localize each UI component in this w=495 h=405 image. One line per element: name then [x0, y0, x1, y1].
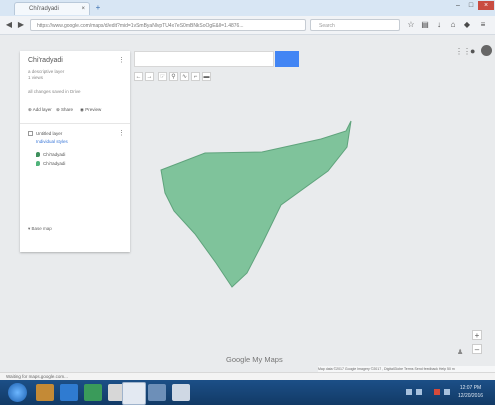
map-canvas[interactable]: ← → ☞ ⚲ ∿ ⌐ ▬ Chi'radyadi ⋮ a descriptiv…	[0, 35, 495, 372]
download-icon[interactable]: ↓	[434, 20, 444, 30]
preview-icon: ◉	[80, 107, 84, 112]
layer-title[interactable]: Untitled layer	[36, 131, 62, 136]
notifications-icon[interactable]: ●	[470, 46, 475, 56]
shield-icon[interactable]: ◆	[462, 20, 472, 30]
panel-divider	[20, 123, 130, 124]
clock-date: 12/20/2016	[458, 393, 484, 399]
tab-close-icon[interactable]: ×	[81, 3, 85, 15]
star-icon[interactable]: ☆	[406, 20, 416, 30]
map-views: 1 views	[28, 75, 44, 80]
feature-polygon-icon	[36, 161, 40, 166]
map-options-icon[interactable]: ⋮	[118, 56, 125, 64]
map-search-input[interactable]	[134, 51, 274, 67]
feature-pin-icon	[36, 152, 40, 157]
add-layer-button[interactable]: ⊕ Add layer	[28, 107, 52, 113]
close-window-button[interactable]: ×	[478, 1, 494, 10]
preview-label: Preview	[85, 107, 102, 112]
bookmark-icon[interactable]: ▤	[420, 20, 430, 30]
ruler-button[interactable]: ▬	[202, 72, 211, 81]
map-editor-panel: Chi'radyadi ⋮ a descriptive layer 1 view…	[20, 51, 130, 252]
base-map-label: Base map	[31, 226, 52, 231]
new-tab-button[interactable]: +	[92, 3, 104, 13]
apps-menu-icon[interactable]: ⋮⋮	[455, 47, 471, 56]
marker-tool-button[interactable]: ⚲	[169, 72, 178, 81]
map-subtitle: a descriptive layer	[28, 69, 65, 74]
share-icon: ⊗	[56, 107, 60, 112]
forward-button[interactable]: ▶	[16, 20, 26, 30]
layer-style-link[interactable]: Individual styles	[36, 139, 68, 144]
taskbar-explorer-icon[interactable]	[36, 384, 54, 401]
add-layer-icon: ⊕	[28, 107, 32, 112]
save-status: all changes saved in Drive	[28, 89, 81, 94]
back-button[interactable]: ◀	[4, 20, 14, 30]
share-button[interactable]: ⊗ Share	[56, 107, 73, 113]
redo-button[interactable]: →	[145, 72, 154, 81]
base-map-toggle[interactable]: ▾ Base map	[28, 226, 52, 232]
taskbar-clock[interactable]: 12:07 PM 12/20/2016	[458, 384, 483, 400]
menu-icon[interactable]: ≡	[478, 20, 488, 30]
layer-options-icon[interactable]: ⋮	[118, 129, 125, 137]
taskbar-app-icon[interactable]	[148, 384, 166, 401]
directions-button[interactable]: ⌐	[191, 72, 200, 81]
hand-tool-button[interactable]: ☞	[158, 72, 167, 81]
draw-line-button[interactable]: ∿	[180, 72, 189, 81]
tray-icon[interactable]	[444, 389, 450, 395]
pegman-icon[interactable]: ♟	[457, 348, 463, 356]
tray-icon[interactable]	[434, 389, 440, 395]
browser-search-input[interactable]: Search	[310, 19, 400, 31]
browser-titlebar: Chi'radyadi × + – □ ×	[0, 0, 495, 16]
google-my-maps-logo: Google My Maps	[226, 355, 283, 364]
browser-navbar: ◀ ▶ https://www.google.com/maps/d/edit?m…	[0, 16, 495, 35]
minimize-button[interactable]: –	[452, 1, 464, 10]
feature-item[interactable]: Chi'radyadi	[43, 152, 65, 157]
taskbar: 12:07 PM 12/20/2016	[0, 380, 495, 405]
share-label: Share	[61, 107, 74, 112]
tab-title: Chi'radyadi	[29, 6, 59, 12]
maximize-button[interactable]: □	[465, 1, 477, 10]
taskbar-app-icon[interactable]	[172, 384, 190, 401]
add-layer-label: Add layer	[32, 107, 52, 112]
layer-checkbox[interactable]	[28, 131, 33, 136]
home-icon[interactable]: ⌂	[448, 20, 458, 30]
area-polygon[interactable]	[160, 120, 352, 288]
browser-tab[interactable]: Chi'radyadi ×	[14, 2, 90, 15]
map-title[interactable]: Chi'radyadi	[28, 57, 63, 64]
undo-button[interactable]: ←	[134, 72, 143, 81]
avatar[interactable]	[481, 45, 492, 56]
zoom-in-button[interactable]: +	[472, 330, 482, 340]
zoom-out-button[interactable]: –	[472, 344, 482, 354]
tray-icon[interactable]	[406, 389, 412, 395]
base-map-icon: ▾	[28, 226, 31, 231]
taskbar-firefox-icon[interactable]	[122, 382, 146, 405]
feature-item[interactable]: Chi'radyadi	[43, 161, 65, 166]
preview-button[interactable]: ◉ Preview	[80, 107, 101, 113]
taskbar-media-icon[interactable]	[60, 384, 78, 401]
map-search-button[interactable]	[275, 51, 299, 67]
address-bar[interactable]: https://www.google.com/maps/d/edit?mid=1…	[30, 19, 306, 31]
clock-time: 12:07 PM	[459, 385, 482, 391]
tray-icon[interactable]	[416, 389, 422, 395]
start-button[interactable]	[8, 383, 27, 402]
taskbar-app-icon[interactable]	[84, 384, 102, 401]
